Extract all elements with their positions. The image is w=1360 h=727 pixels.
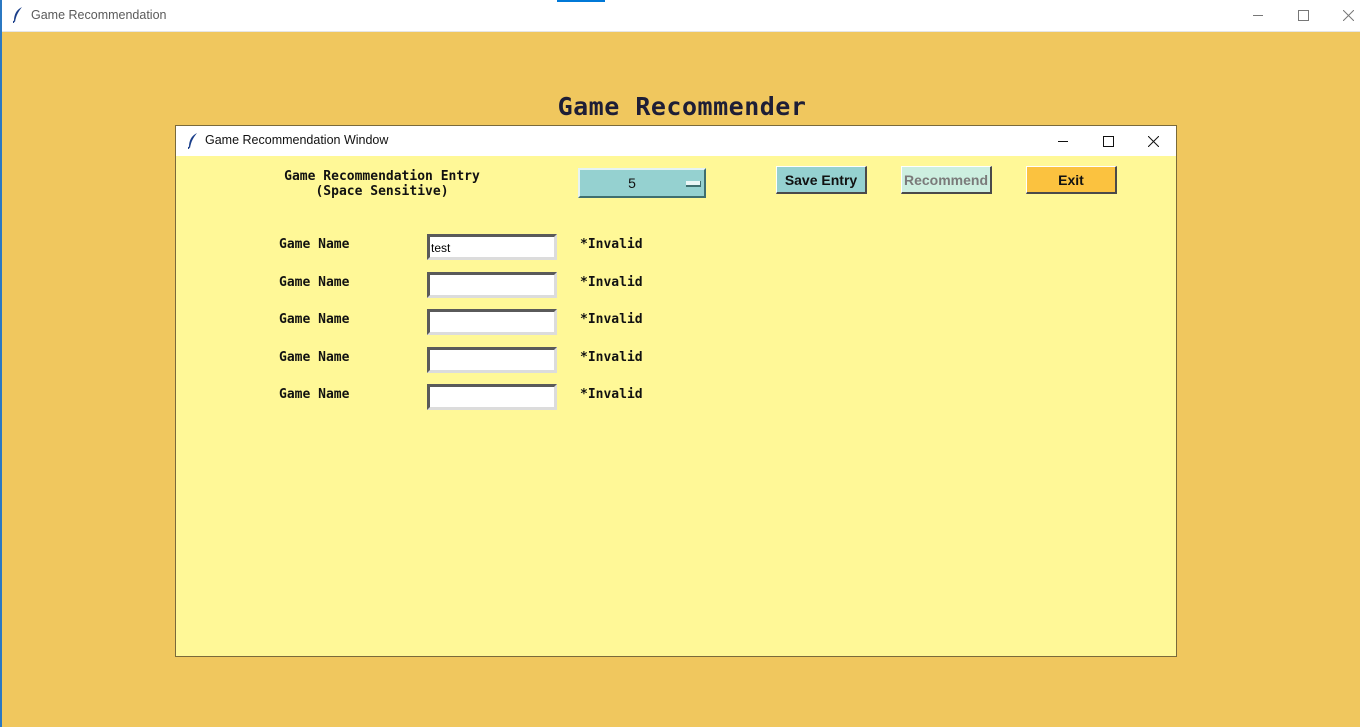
game-row: Game Name *Invalid xyxy=(176,347,1176,373)
game-name-input[interactable] xyxy=(427,347,557,373)
game-row: Game Name *Invalid xyxy=(176,272,1176,298)
exit-button[interactable]: Exit xyxy=(1026,166,1117,194)
entry-label-line2: (Space Sensitive) xyxy=(315,184,449,199)
validation-status: *Invalid xyxy=(580,237,643,252)
active-window-accent xyxy=(557,0,605,2)
child-minimize-button[interactable] xyxy=(1040,126,1086,156)
game-name-label: Game Name xyxy=(279,237,350,252)
feather-icon xyxy=(12,7,23,24)
game-row: Game Name *Invalid xyxy=(176,309,1176,335)
maximize-icon xyxy=(1102,132,1114,151)
save-entry-button[interactable]: Save Entry xyxy=(776,166,867,194)
dropdown-indicator-icon xyxy=(686,181,701,187)
child-close-button[interactable] xyxy=(1130,126,1176,156)
game-name-label: Game Name xyxy=(279,350,350,365)
maximize-button[interactable] xyxy=(1280,0,1326,31)
minimize-button[interactable] xyxy=(1235,0,1281,31)
minimize-icon xyxy=(1252,6,1264,25)
recommendation-window: Game Recommendation Window Game Recommen… xyxy=(175,125,1177,657)
entry-panel: Game Recommendation Entry (Space Sensiti… xyxy=(176,156,1176,656)
maximize-icon xyxy=(1297,6,1309,25)
game-name-label: Game Name xyxy=(279,312,350,327)
minimize-icon xyxy=(1057,132,1069,151)
game-count-select[interactable]: 5 xyxy=(578,168,706,198)
main-titlebar: Game Recommendation xyxy=(0,0,1360,32)
game-name-label: Game Name xyxy=(279,275,350,290)
game-name-input[interactable] xyxy=(427,309,557,335)
game-row: Game Name *Invalid xyxy=(176,384,1176,410)
game-name-input[interactable] xyxy=(427,384,557,410)
main-window-title: Game Recommendation xyxy=(31,8,167,22)
close-icon xyxy=(1342,6,1354,25)
close-button[interactable] xyxy=(1325,0,1360,31)
close-icon xyxy=(1147,132,1159,151)
game-name-label: Game Name xyxy=(279,387,350,402)
page-title: Game Recommender xyxy=(557,92,807,121)
game-count-value: 5 xyxy=(628,175,636,191)
validation-status: *Invalid xyxy=(580,275,643,290)
game-row: Game Name *Invalid xyxy=(176,234,1176,260)
game-name-input[interactable] xyxy=(427,234,557,260)
validation-status: *Invalid xyxy=(580,350,643,365)
validation-status: *Invalid xyxy=(580,312,643,327)
recommend-button[interactable]: Recommend xyxy=(901,166,992,194)
validation-status: *Invalid xyxy=(580,387,643,402)
game-name-input[interactable] xyxy=(427,272,557,298)
entry-label: Game Recommendation Entry (Space Sensiti… xyxy=(279,169,485,199)
feather-icon xyxy=(187,133,198,150)
child-maximize-button[interactable] xyxy=(1085,126,1131,156)
entry-label-line1: Game Recommendation Entry xyxy=(284,169,480,184)
child-window-title: Game Recommendation Window xyxy=(205,133,389,147)
child-titlebar: Game Recommendation Window xyxy=(176,126,1176,156)
